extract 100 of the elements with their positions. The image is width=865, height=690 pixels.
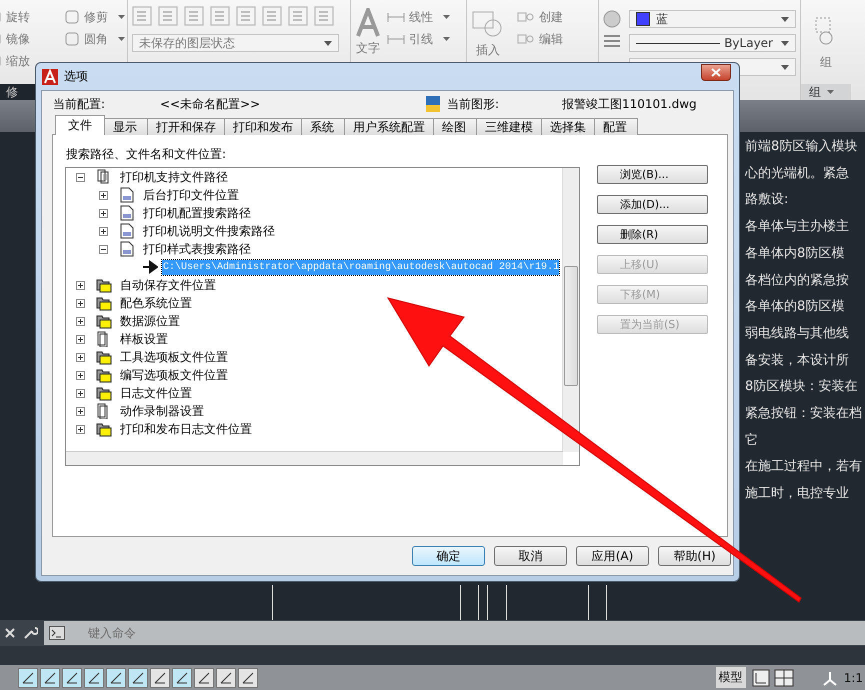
tool-label: 圆角: [84, 30, 108, 48]
dialog-button[interactable]: 取消: [494, 546, 567, 566]
horizontal-scrollbar[interactable]: [66, 451, 563, 465]
text-tool-icon: [355, 8, 381, 38]
tree-item[interactable]: 动作录制器设置: [119, 402, 205, 420]
tool-label: 插入: [476, 42, 500, 59]
close-icon: [711, 68, 721, 77]
side-button[interactable]: 添加(D)...: [597, 195, 708, 214]
close-button[interactable]: [701, 64, 731, 81]
expander-icon[interactable]: [76, 334, 85, 344]
tool-icon: [517, 10, 535, 24]
tree-item[interactable]: 自动保存文件位置: [119, 276, 217, 294]
expander-icon[interactable]: [76, 316, 85, 326]
tree-item[interactable]: 日志文件位置: [119, 384, 193, 402]
close-icon[interactable]: [4, 627, 16, 639]
linetype-dropdown[interactable]: ByLayer: [629, 34, 796, 52]
app-logo-icon: [42, 68, 58, 84]
tab[interactable]: 绘图: [433, 118, 477, 135]
folders-icon: [96, 421, 112, 437]
side-button[interactable]: 删除(R): [597, 225, 708, 244]
plt-file-icon: [119, 241, 135, 257]
model-tab[interactable]: 模型: [716, 667, 746, 688]
tree-item[interactable]: 样板设置: [119, 330, 169, 348]
annotation-scale-icon: [822, 670, 838, 686]
expander-icon[interactable]: [99, 244, 108, 254]
tool-label: 线性: [409, 8, 433, 26]
tool-label: 创建: [539, 8, 563, 26]
tab[interactable]: 用户系统配置: [344, 118, 434, 135]
tool-label: 镜像: [6, 30, 30, 48]
vertical-scrollbar[interactable]: [562, 168, 579, 452]
drawing-text-line: 各档位内的紧急按: [745, 272, 850, 290]
panel-label: 修: [6, 84, 18, 100]
drawing-text-line: 路敷设:: [745, 191, 790, 210]
lineweight-icon: [603, 34, 621, 48]
dialog-button[interactable]: 应用(A): [576, 546, 649, 566]
folders-icon: [96, 385, 112, 401]
drawing-file-icon: [425, 95, 441, 113]
folders-icon: [96, 313, 112, 329]
arrow-icon: [142, 259, 158, 275]
dialog-button[interactable]: 确定: [412, 546, 485, 566]
tab[interactable]: 配置: [594, 118, 638, 135]
drawing-text-line: 8防区模块：安装在: [745, 378, 858, 396]
tab[interactable]: 文件: [55, 115, 105, 135]
plt-file-icon: [119, 223, 135, 239]
expander-icon[interactable]: [99, 226, 108, 236]
expander-icon[interactable]: [76, 406, 85, 416]
drawing-text-line: 心的光端机。紧急: [745, 164, 850, 183]
folders-icon: [96, 295, 112, 311]
tree-item[interactable]: 后台打印文件位置: [142, 186, 240, 204]
folders-icon: [96, 349, 112, 365]
expander-icon[interactable]: [76, 352, 85, 362]
wrench-icon[interactable]: [22, 625, 38, 641]
scale-value[interactable]: 1:1: [844, 670, 863, 684]
expander-icon[interactable]: [76, 424, 85, 434]
folders-icon: [96, 277, 112, 293]
caret-icon: [781, 64, 789, 70]
expander-icon[interactable]: [99, 208, 108, 218]
tool-label: 编辑: [539, 30, 563, 48]
tool-icon: [64, 9, 80, 25]
tool-label: 修剪: [84, 8, 108, 26]
tree-item[interactable]: 打印机配置搜索路径: [142, 204, 252, 222]
command-field[interactable]: 键入命令: [44, 621, 865, 645]
tab[interactable]: 系统: [301, 118, 345, 135]
tree-item[interactable]: 打印机说明文件搜索路径: [142, 222, 276, 240]
profile-value: <<未命名配置>>: [160, 96, 262, 112]
tree-item[interactable]: 工具选项板文件位置: [119, 348, 229, 366]
folders-icon: [96, 367, 112, 383]
tool-label: 旋转: [6, 8, 30, 26]
caret-icon: [781, 40, 789, 46]
expander-icon[interactable]: [76, 172, 85, 182]
expander-icon[interactable]: [99, 190, 108, 200]
caret-icon: [827, 90, 834, 94]
plt-file-icon: [119, 187, 135, 203]
plt-file-icon: [119, 205, 135, 221]
layer-state-dropdown[interactable]: 未保存的图层状态: [132, 34, 339, 52]
expander-icon[interactable]: [76, 370, 85, 380]
expander-icon[interactable]: [76, 388, 85, 398]
tab[interactable]: 显示: [104, 118, 148, 135]
tab[interactable]: 打印和发布: [224, 118, 302, 135]
dialog-title: 选项: [64, 68, 88, 85]
expander-icon[interactable]: [76, 280, 85, 290]
layout-icon[interactable]: [752, 668, 770, 686]
dialog-button[interactable]: 帮助(H): [658, 546, 731, 566]
tab[interactable]: 三维建模: [476, 118, 542, 135]
tree-item[interactable]: 打印和发布日志文件位置: [119, 420, 253, 438]
layout-icon[interactable]: [774, 668, 794, 686]
tree-item[interactable]: 打印机支持文件路径: [119, 168, 229, 186]
tree-item[interactable]: 打印样式表搜索路径: [142, 240, 252, 258]
tab[interactable]: 打开和保存: [147, 118, 225, 135]
tree-item[interactable]: 编写选项板文件位置: [119, 366, 229, 384]
side-button[interactable]: 浏览(B)...: [597, 165, 708, 184]
tree-item[interactable]: 配色系统位置: [119, 294, 193, 312]
tool-icon: [387, 10, 405, 24]
drawing-value: 报警竣工图110101.dwg: [562, 96, 697, 112]
tree-item[interactable]: 数据源位置: [119, 312, 181, 330]
color-dropdown[interactable]: 蓝: [629, 10, 796, 28]
tab[interactable]: 选择集: [541, 118, 595, 135]
drawing-text-line: 在施工过程中，若有: [745, 458, 862, 476]
expander-icon[interactable]: [76, 298, 85, 308]
drawing-label: 当前图形:: [447, 96, 500, 112]
